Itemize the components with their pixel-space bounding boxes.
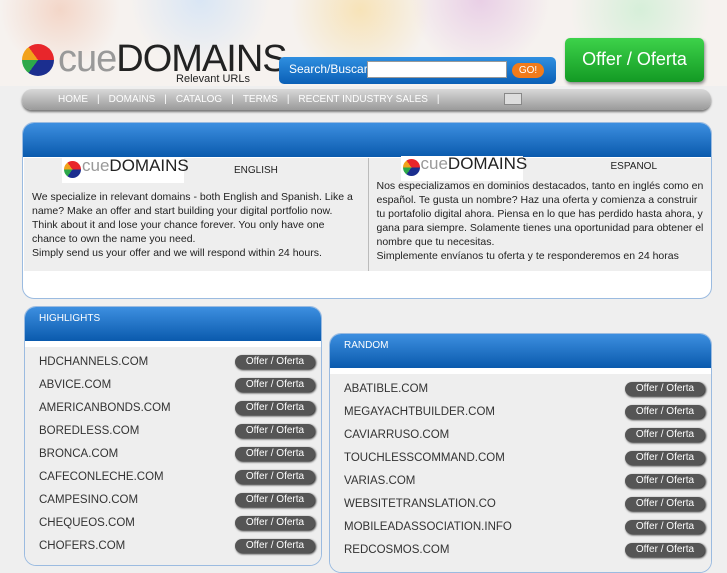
offer-button[interactable]: Offer / Oferta — [625, 381, 705, 396]
spanish-column: cueDOMAINS ESPANOL Nos especializamos en… — [367, 155, 712, 271]
domain-row: ABVICE.COM Offer / Oferta — [25, 373, 321, 396]
offer-button[interactable]: Offer / Oferta — [235, 492, 315, 507]
domain-name[interactable]: CHEQUEOS.COM — [39, 517, 135, 529]
main-nav: HOME | DOMAINS | CATALOG | TERMS | RECENT IN… — [22, 89, 711, 110]
offer-button[interactable]: Offer / Oferta — [625, 496, 705, 511]
domain-row: VARIAS.COM Offer / Oferta — [330, 469, 711, 492]
domain-name[interactable]: HDCHANNELS.COM — [39, 356, 148, 368]
logo-cue: cue — [58, 38, 117, 80]
intro-header — [23, 123, 711, 157]
domain-row: CHOFERS.COM Offer / Oferta — [25, 534, 321, 557]
offer-button[interactable]: Offer / Oferta — [625, 473, 705, 488]
domain-name[interactable]: CAFECONLECHE.COM — [39, 471, 164, 483]
offer-button[interactable]: Offer / Oferta — [625, 519, 705, 534]
domain-name[interactable]: CAMPESINO.COM — [39, 494, 138, 506]
search-input[interactable] — [367, 61, 507, 78]
search-label: Search/Buscar — [289, 62, 368, 76]
mail-icon[interactable] — [504, 93, 522, 105]
domain-row: HDCHANNELS.COM Offer / Oferta — [25, 350, 321, 373]
domain-name[interactable]: TOUCHLESSCOMMAND.COM — [344, 452, 505, 464]
offer-button[interactable]: Offer / Oferta — [235, 446, 315, 461]
domain-row: BRONCA.COM Offer / Oferta — [25, 442, 321, 465]
offer-button[interactable]: Offer / Oferta — [625, 404, 705, 419]
nav-home[interactable]: HOME — [52, 94, 94, 105]
domain-row: CAFECONLECHE.COM Offer / Oferta — [25, 465, 321, 488]
domain-name[interactable]: VARIAS.COM — [344, 475, 415, 487]
go-button[interactable]: GO! — [512, 63, 544, 78]
offer-button[interactable]: Offer / Oferta — [565, 38, 704, 82]
offer-button[interactable]: Offer / Oferta — [235, 400, 315, 415]
offer-button[interactable]: Offer / Oferta — [625, 450, 705, 465]
offer-button[interactable]: Offer / Oferta — [235, 354, 315, 369]
english-column: cueDOMAINS ENGLISH We specialize in rele… — [24, 157, 368, 271]
spanish-text: Nos especializamos en dominios destacado… — [376, 180, 704, 248]
lang-english: ENGLISH — [234, 165, 278, 176]
domain-name[interactable]: BOREDLESS.COM — [39, 425, 139, 437]
random-title: RANDOM — [330, 334, 711, 368]
highlights-title: HIGHLIGHTS — [25, 307, 321, 341]
offer-button[interactable]: Offer / Oferta — [235, 377, 315, 392]
nav-catalog[interactable]: CATALOG — [170, 94, 228, 105]
logo-ball-icon — [22, 44, 54, 76]
spanish-text2: Simplemente envíanos tu oferta y te resp… — [376, 250, 679, 262]
nav-domains[interactable]: DOMAINS — [103, 94, 162, 105]
highlights-panel: HIGHLIGHTS HDCHANNELS.COM Offer / Oferta A… — [24, 306, 322, 566]
domain-row: CHEQUEOS.COM Offer / Oferta — [25, 511, 321, 534]
domain-name[interactable]: REDCOSMOS.COM — [344, 544, 449, 556]
intro-panel: cueDOMAINS ENGLISH We specialize in rele… — [22, 122, 712, 299]
lang-spanish: ESPANOL — [610, 161, 658, 172]
search-box: Search/Buscar GO! — [279, 57, 556, 84]
domain-name[interactable]: AMERICANBONDS.COM — [39, 402, 171, 414]
domain-row: MOBILEADASSOCIATION.INFO Offer / Oferta — [330, 515, 711, 538]
mini-logo: cueDOMAINS — [62, 157, 189, 183]
site-logo[interactable]: cueDOMAINS Relevant URLs — [22, 38, 288, 86]
offer-button[interactable]: Offer / Oferta — [625, 427, 705, 442]
domain-name[interactable]: BRONCA.COM — [39, 448, 118, 460]
domain-name[interactable]: ABATIBLE.COM — [344, 383, 428, 395]
random-panel: RANDOM ABATIBLE.COM Offer / Oferta MEGAYAC… — [329, 333, 712, 573]
nav-recent-sales[interactable]: RECENT INDUSTRY SALES — [292, 94, 433, 105]
domain-row: TOUCHLESSCOMMAND.COM Offer / Oferta — [330, 446, 711, 469]
domain-name[interactable]: WEBSITETRANSLATION.CO — [344, 498, 496, 510]
domain-row: AMERICANBONDS.COM Offer / Oferta — [25, 396, 321, 419]
offer-button[interactable]: Offer / Oferta — [235, 469, 315, 484]
domain-row: REDCOSMOS.COM Offer / Oferta — [330, 538, 711, 561]
offer-button[interactable]: Offer / Oferta — [235, 515, 315, 530]
domain-row: ABATIBLE.COM Offer / Oferta — [330, 377, 711, 400]
domain-name[interactable]: ABVICE.COM — [39, 379, 111, 391]
domain-row: MEGAYACHTBUILDER.COM Offer / Oferta — [330, 400, 711, 423]
mini-logo: cueDOMAINS — [400, 155, 527, 181]
offer-button[interactable]: Offer / Oferta — [235, 423, 315, 438]
domain-row: BOREDLESS.COM Offer / Oferta — [25, 419, 321, 442]
domain-row: WEBSITETRANSLATION.CO Offer / Oferta — [330, 492, 711, 515]
domain-name[interactable]: MOBILEADASSOCIATION.INFO — [344, 521, 512, 533]
domain-name[interactable]: CAVIARRUSO.COM — [344, 429, 449, 441]
domain-row: CAMPESINO.COM Offer / Oferta — [25, 488, 321, 511]
nav-terms[interactable]: TERMS — [237, 94, 284, 105]
domain-row: CAVIARRUSO.COM Offer / Oferta — [330, 423, 711, 446]
english-text2: Simply send us your offer and we will re… — [32, 247, 322, 259]
tagline: Relevant URLs — [176, 73, 250, 85]
domain-name[interactable]: CHOFERS.COM — [39, 540, 125, 552]
domain-name[interactable]: MEGAYACHTBUILDER.COM — [344, 406, 495, 418]
english-text: We specialize in relevant domains - both… — [32, 191, 353, 245]
offer-button[interactable]: Offer / Oferta — [235, 538, 315, 553]
